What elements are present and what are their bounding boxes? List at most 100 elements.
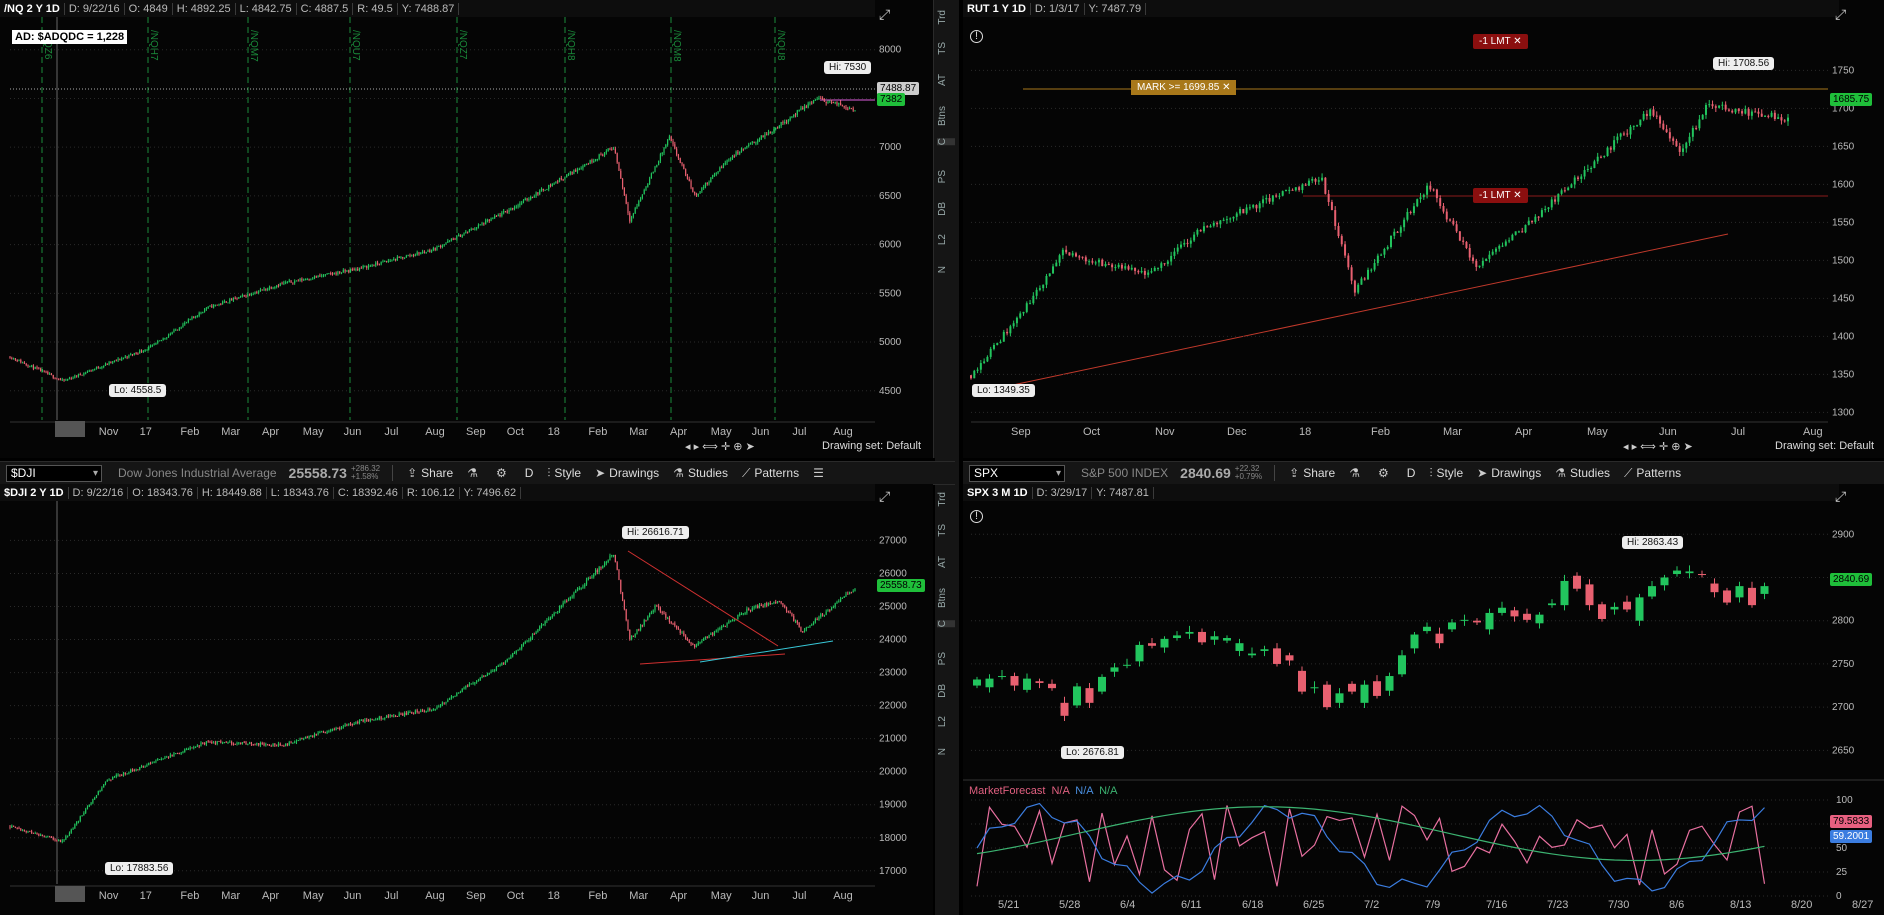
- drawing-set-label[interactable]: Drawing set: Default: [822, 440, 921, 452]
- sidebar-button-at[interactable]: AT: [937, 74, 955, 86]
- study-title[interactable]: MarketForecast: [969, 785, 1045, 797]
- sidebar-button-n[interactable]: N: [937, 266, 955, 273]
- sidebar-button-db[interactable]: DB: [937, 202, 955, 216]
- drawings-button[interactable]: ➤ Drawings: [595, 466, 659, 480]
- symbol-input[interactable]: SPX: [969, 464, 1065, 482]
- sidebar-button-db[interactable]: DB: [937, 684, 955, 698]
- candle-body: [313, 733, 316, 737]
- candle-body: [708, 182, 710, 184]
- candle-body: [542, 624, 544, 626]
- patterns-button[interactable]: ⟋ Patterns: [1624, 466, 1681, 481]
- share-button[interactable]: ⇪ Share: [407, 466, 453, 480]
- candle-body: [36, 367, 38, 369]
- sidebar-button-btns[interactable]: Btns: [937, 588, 955, 608]
- patterns-icon: ⟋: [1624, 465, 1633, 480]
- sidebar-button-ts[interactable]: TS: [937, 524, 955, 537]
- share-button[interactable]: ⇪ Share: [1289, 466, 1335, 480]
- chart-symbol[interactable]: SPX 3 M 1D: [963, 486, 1033, 499]
- style-button[interactable]: ⫶ Style: [1429, 466, 1463, 481]
- drawings-button[interactable]: ➤ Drawings: [1477, 466, 1541, 480]
- candle-body: [157, 759, 159, 761]
- candle-body: [461, 234, 463, 237]
- candle-body: [546, 189, 548, 191]
- expand-icon[interactable]: ⤢: [879, 6, 890, 23]
- drawing-set-label[interactable]: Drawing set: Default: [1775, 440, 1874, 452]
- sidebar-button-c[interactable]: C: [937, 620, 955, 628]
- studies-button[interactable]: ⚗ Studies: [673, 466, 728, 480]
- sidebar-button-c[interactable]: C: [937, 138, 955, 146]
- chart-symbol[interactable]: RUT 1 Y 1D: [963, 2, 1031, 15]
- expand-icon[interactable]: ⤢: [1835, 6, 1846, 23]
- candle-body: [1265, 197, 1268, 200]
- sidebar-button-trd[interactable]: Trd: [937, 492, 955, 507]
- period-button[interactable]: D: [525, 466, 534, 480]
- chart-panel-spx[interactable]: 26502700275028002850290002550751005/215/…: [963, 484, 1884, 915]
- mark-alert-label[interactable]: MARK >= 1699.85 ✕: [1131, 80, 1237, 95]
- period-button[interactable]: D: [1407, 466, 1416, 480]
- candle-body: [290, 280, 292, 283]
- studies-button[interactable]: ⚗ Studies: [1555, 466, 1610, 480]
- order-text: -1 LMT: [1479, 36, 1511, 47]
- candle-body: [809, 102, 811, 104]
- order-label-mid[interactable]: -1 LMT ✕: [1473, 188, 1528, 203]
- candle-body: [247, 293, 249, 297]
- sidebar-button-l2[interactable]: L2: [937, 716, 955, 727]
- symbol-input[interactable]: $DJI: [6, 464, 102, 482]
- expand-icon[interactable]: ⤢: [1835, 488, 1846, 505]
- candle-body: [829, 101, 831, 103]
- candle-body: [411, 254, 413, 256]
- sidebar-button-n[interactable]: N: [937, 748, 955, 755]
- candle-body: [1117, 264, 1120, 268]
- style-button[interactable]: ⫶ Style: [547, 466, 581, 481]
- candle-body: [1698, 119, 1701, 129]
- patterns-button[interactable]: ⟋ Patterns: [742, 466, 799, 481]
- dji-chart-canvas[interactable]: 1700018000190002000021000220002300024000…: [0, 484, 933, 915]
- spx-chart-canvas[interactable]: 26502700275028002850290002550751005/215/…: [963, 484, 1884, 915]
- settings-button[interactable]: ⚙: [1378, 466, 1393, 480]
- menu-button[interactable]: ☰: [813, 466, 828, 480]
- sidebar-button-ts[interactable]: TS: [937, 42, 955, 55]
- candle-body: [169, 334, 171, 336]
- sidebar-button-ps[interactable]: PS: [937, 652, 955, 665]
- flask-button[interactable]: ⚗: [1349, 466, 1364, 480]
- candle-body: [1235, 643, 1244, 651]
- sidebar-button-trd[interactable]: Trd: [937, 10, 955, 25]
- candle-body: [200, 742, 202, 747]
- candle-body: [349, 723, 352, 725]
- chart-symbol[interactable]: $DJI 2 Y 1D: [0, 486, 69, 499]
- settings-button[interactable]: ⚙: [496, 466, 511, 480]
- hi-label: Hi: 7530: [824, 61, 872, 74]
- scroll-controls[interactable]: ◂ ▸ ⟺ ✛ ⊕ ➤: [685, 440, 755, 453]
- flask-button[interactable]: ⚗: [467, 466, 482, 480]
- close-icon[interactable]: ✕: [1513, 36, 1521, 47]
- expand-icon[interactable]: ⤢: [879, 488, 890, 505]
- scroll-controls[interactable]: ◂ ▸ ⟺ ✛ ⊕ ➤: [1623, 440, 1693, 453]
- sidebar-button-ps[interactable]: PS: [937, 170, 955, 183]
- candle-body: [367, 265, 370, 268]
- candle-body: [1468, 247, 1471, 258]
- close-icon[interactable]: ✕: [1222, 82, 1230, 93]
- chart-panel-dji[interactable]: 17000 18000 19000 20000 21000 22000 23000 24000…: [0, 484, 933, 915]
- candle-body: [346, 270, 348, 272]
- candle-body: [557, 611, 559, 613]
- candle-body: [549, 617, 552, 619]
- chart-panel-rut[interactable]: 1300 1350 1400 1450 1500 1550 1600 1650 1700 1750…: [963, 0, 1884, 458]
- candle-body: [758, 604, 761, 609]
- sidebar-button-l2[interactable]: L2: [937, 234, 955, 245]
- candle-body: [612, 148, 615, 150]
- chart-symbol[interactable]: /NQ 2 Y 1D: [0, 2, 65, 15]
- candle-body: [104, 781, 107, 785]
- candle-body: [139, 350, 141, 354]
- order-label-top[interactable]: -1 LMT ✕: [1473, 34, 1528, 49]
- candle-body: [339, 271, 341, 273]
- alert-icon[interactable]: !: [970, 510, 983, 523]
- y-tick-label: 6000: [879, 240, 902, 251]
- alert-icon[interactable]: !: [970, 30, 983, 43]
- candle-body: [227, 741, 229, 743]
- close-icon[interactable]: ✕: [1513, 190, 1521, 201]
- sidebar-button-at[interactable]: AT: [937, 556, 955, 568]
- candle-body: [1370, 269, 1373, 271]
- candle-body: [821, 614, 824, 616]
- sidebar-button-btns[interactable]: Btns: [937, 106, 955, 126]
- chart-panel-nq[interactable]: /NQZ6/NQH7/NQM7/NQU7/NQZ7/NQH8/NQM8/NQU8…: [0, 0, 955, 458]
